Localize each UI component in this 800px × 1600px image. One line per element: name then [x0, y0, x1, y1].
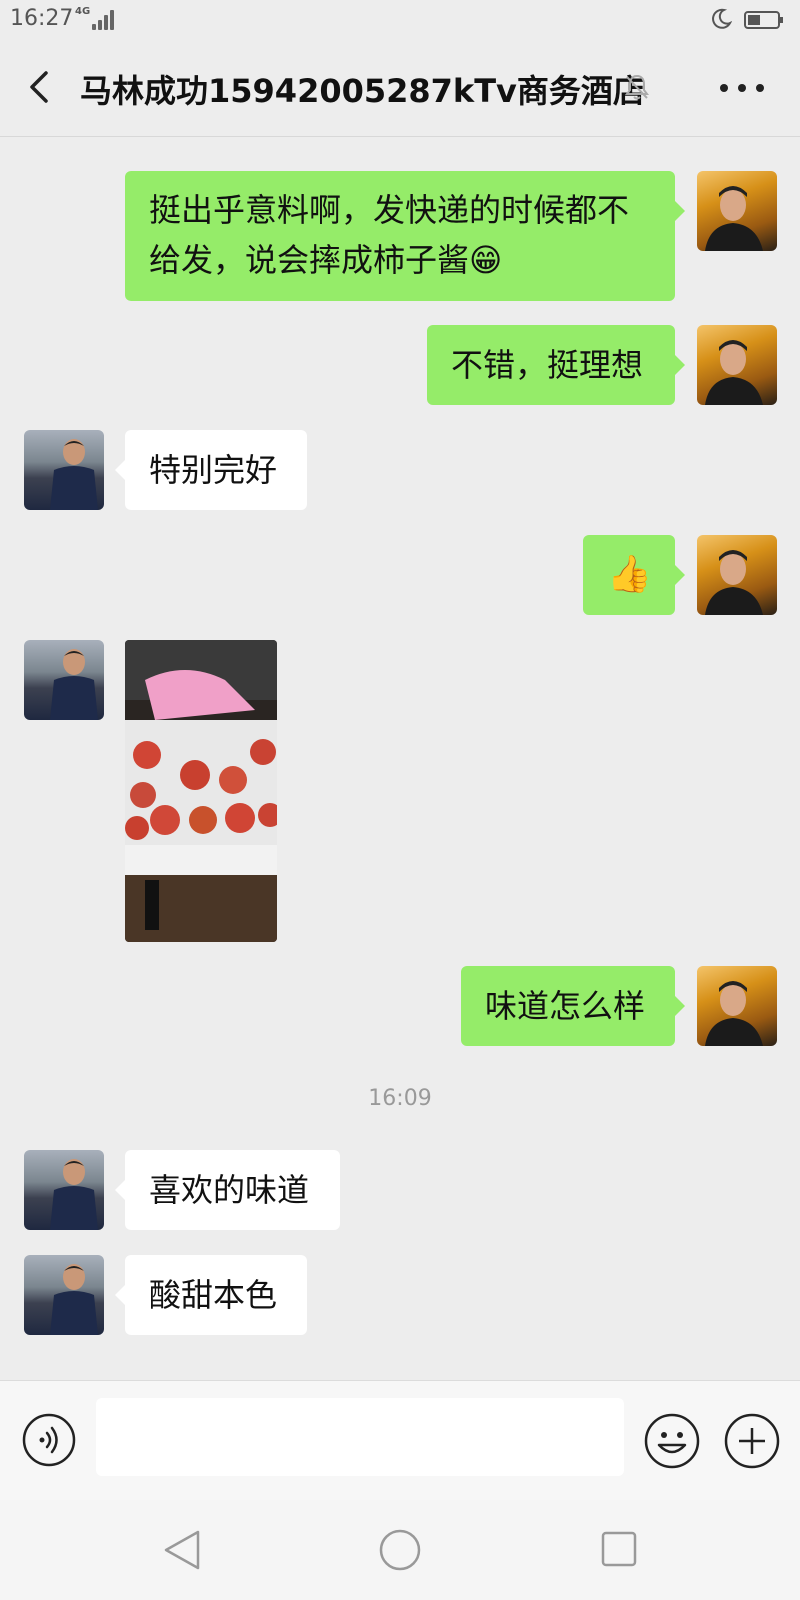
- message-text: 味道怎么样: [485, 987, 646, 1025]
- network-type: 4G: [75, 6, 91, 17]
- message-text: 不错，挺理想: [451, 346, 644, 384]
- avatar-contact[interactable]: [24, 640, 104, 720]
- chat-header: 马林成功15942005287kTv商务酒店: [0, 40, 800, 137]
- status-time: 16:27: [10, 6, 74, 31]
- message-bubble-self[interactable]: 👍: [583, 535, 685, 615]
- nav-home-icon[interactable]: [378, 1528, 422, 1572]
- avatar-contact-portrait: [50, 1264, 98, 1335]
- chat-timestamp: 16:09: [368, 1086, 432, 1111]
- message-text: 喜欢的味道: [149, 1171, 310, 1209]
- avatar-self-portrait: [705, 186, 763, 251]
- tomatoes-photo[interactable]: [125, 640, 277, 942]
- battery-icon: [744, 11, 783, 29]
- message-input[interactable]: [96, 1398, 624, 1476]
- nav-recent-apps-icon[interactable]: [600, 1530, 638, 1568]
- avatar-self-portrait: [705, 981, 763, 1046]
- mute-bell-icon: [625, 74, 649, 100]
- message-text: 挺出乎意料啊，发快递的时候都不给发，说会摔成柿子酱😁: [149, 191, 630, 279]
- message-bubble-self[interactable]: 味道怎么样: [461, 966, 685, 1046]
- signal-icon: [92, 10, 116, 30]
- avatar-contact-portrait: [50, 439, 98, 510]
- avatar-contact[interactable]: [24, 430, 104, 510]
- message-text: 酸甜本色: [149, 1276, 278, 1314]
- message-bubble-contact[interactable]: 酸甜本色: [115, 1255, 307, 1335]
- add-attachment-icon[interactable]: [724, 1413, 780, 1469]
- message-bubble-contact[interactable]: 喜欢的味道: [115, 1150, 340, 1230]
- input-bar: [0, 1380, 800, 1501]
- emoji-icon[interactable]: [644, 1413, 700, 1469]
- message-text: 特别完好: [149, 451, 278, 489]
- status-bar: 16:27 4G: [0, 0, 800, 40]
- voice-input-icon[interactable]: [22, 1413, 76, 1467]
- avatar-self-portrait: [705, 340, 763, 405]
- avatar-contact-portrait: [50, 649, 98, 720]
- avatar-self[interactable]: [697, 966, 777, 1046]
- avatar-self[interactable]: [697, 325, 777, 405]
- thumbs-up-emoji: 👍: [607, 554, 652, 595]
- avatar-self[interactable]: [697, 171, 777, 251]
- system-nav-bar: [0, 1500, 800, 1600]
- avatar-contact[interactable]: [24, 1255, 104, 1335]
- back-arrow-icon[interactable]: [24, 67, 54, 107]
- nav-back-icon[interactable]: [160, 1526, 204, 1574]
- avatar-contact-portrait: [50, 1159, 98, 1230]
- moon-icon: [712, 8, 732, 29]
- message-bubble-self[interactable]: 不错，挺理想: [427, 325, 685, 405]
- avatar-self[interactable]: [697, 535, 777, 615]
- chat-title: 马林成功15942005287kTv商务酒店: [80, 72, 645, 110]
- message-bubble-contact[interactable]: 特别完好: [115, 430, 307, 510]
- tomatoes-image: [125, 640, 277, 942]
- more-options-icon[interactable]: [720, 84, 764, 94]
- avatar-contact[interactable]: [24, 1150, 104, 1230]
- message-bubble-self[interactable]: 挺出乎意料啊，发快递的时候都不给发，说会摔成柿子酱😁: [125, 171, 685, 301]
- avatar-self-portrait: [705, 550, 763, 615]
